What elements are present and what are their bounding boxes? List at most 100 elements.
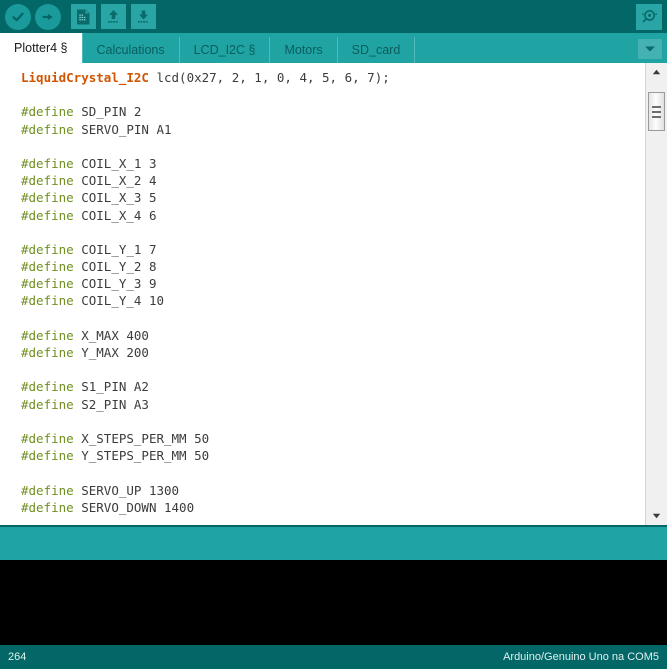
scroll-grip-line (652, 116, 661, 118)
tab-lcd-i2c[interactable]: LCD_I2C § (179, 37, 271, 63)
code-line: #define Y_STEPS_PER_MM 50 (21, 447, 645, 464)
tab-motors[interactable]: Motors (270, 37, 338, 63)
code-token: #define (21, 173, 74, 189)
code-token: #define (21, 327, 74, 343)
code-token: COIL_X_3 5 (73, 190, 157, 206)
code-token: X_MAX 400 (73, 327, 149, 343)
code-token: S2_PIN A3 (73, 396, 149, 412)
code-line: #define S1_PIN A2 (21, 378, 645, 395)
arduino-ide-window: Plotter4 § Calculations LCD_I2C § Motors… (0, 0, 667, 669)
arrow-down-icon (138, 10, 148, 23)
scroll-up-button[interactable] (646, 63, 667, 81)
tab-label: Plotter4 § (14, 41, 68, 55)
code-line: #define SERVO_PIN A1 (21, 121, 645, 138)
chevron-down-icon (645, 46, 655, 52)
code-token: Y_MAX 200 (73, 345, 149, 360)
upload-button[interactable] (35, 3, 61, 30)
check-icon (12, 12, 24, 21)
verify-button[interactable] (5, 3, 31, 30)
code-line: #define COIL_Y_2 8 (21, 258, 645, 275)
code-token: SERVO_PIN A1 (73, 121, 172, 137)
code-token: #define (21, 241, 74, 257)
code-editor[interactable]: LiquidCrystal_I2C lcd(0x27, 2, 1, 0, 4, … (0, 63, 667, 525)
code-line: #define Y_MAX 200 (21, 344, 645, 361)
console-output[interactable] (0, 560, 667, 645)
open-button[interactable] (101, 4, 126, 29)
tab-label: Calculations (96, 43, 165, 57)
tab-sd-card[interactable]: SD_card (337, 37, 416, 63)
code-token: COIL_Y_1 7 (73, 241, 157, 257)
code-line: #define S2_PIN A3 (21, 396, 645, 413)
tab-calculations[interactable]: Calculations (82, 37, 180, 63)
code-token: #define (21, 190, 74, 206)
code-line: LiquidCrystal_I2C lcd(0x27, 2, 1, 0, 4, … (21, 69, 645, 86)
code-token: #define (21, 155, 74, 171)
code-line: #define SERVO_UP 1300 (21, 482, 645, 499)
new-button[interactable] (71, 4, 96, 29)
tab-plotter4[interactable]: Plotter4 § (0, 33, 83, 63)
code-line: #define COIL_X_3 5 (21, 189, 645, 206)
arrow-right-icon (42, 13, 53, 20)
toolbar (0, 0, 667, 33)
code-line: #define COIL_Y_1 7 (21, 241, 645, 258)
code-token: #define (21, 259, 74, 275)
scroll-thumb[interactable] (648, 92, 665, 131)
arrow-up-icon (108, 10, 118, 23)
code-token: X_STEPS_PER_MM 50 (73, 430, 210, 446)
scroll-down-button[interactable] (646, 507, 667, 525)
magnifier-icon (641, 9, 657, 23)
code-token: #define (21, 396, 74, 412)
code-token: #define (21, 448, 74, 464)
code-token: COIL_X_4 6 (73, 207, 157, 223)
code-line: #define COIL_X_1 3 (21, 155, 645, 172)
code-token: #define (21, 207, 74, 223)
code-token: lcd(0x27, 2, 1, 0, 4, 5, 6, 7); (148, 70, 390, 85)
triangle-up-icon (652, 69, 661, 75)
triangle-down-icon (652, 513, 661, 519)
code-token: COIL_Y_4 10 (73, 293, 164, 309)
code-token: COIL_Y_3 9 (73, 276, 157, 292)
code-line: #define COIL_Y_3 9 (21, 275, 645, 292)
new-document-icon (77, 9, 90, 24)
code-token: COIL_Y_2 8 (73, 259, 157, 275)
code-token: #define (21, 379, 74, 395)
code-token: SERVO_DOWN 1400 (73, 499, 195, 515)
code-line: #define X_STEPS_PER_MM 50 (21, 430, 645, 447)
code-token: COIL_X_2 4 (73, 173, 157, 189)
status-bar: 264 Arduino/Genuino Uno na COM5 (0, 645, 667, 669)
code-token: COIL_X_1 3 (73, 155, 157, 171)
board-info: Arduino/Genuino Uno na COM5 (503, 651, 659, 663)
code-text[interactable]: LiquidCrystal_I2C lcd(0x27, 2, 1, 0, 4, … (0, 63, 645, 516)
code-line: #define COIL_Y_4 10 (21, 292, 645, 309)
code-token: #define (21, 293, 74, 309)
message-area (0, 525, 667, 560)
editor-scrollbar[interactable] (645, 63, 667, 525)
code-line: #define COIL_X_4 6 (21, 207, 645, 224)
code-token: #define (21, 499, 74, 515)
code-token: SERVO_UP 1300 (73, 482, 180, 498)
code-token: Y_STEPS_PER_MM 50 (73, 448, 210, 464)
tab-label: LCD_I2C § (193, 43, 256, 57)
tab-menu-button[interactable] (638, 39, 662, 59)
code-line: #define SD_PIN 2 (21, 103, 645, 120)
tab-label: Motors (284, 43, 323, 57)
scroll-grip-line (652, 106, 661, 108)
tab-label: SD_card (351, 43, 401, 57)
tab-bar: Plotter4 § Calculations LCD_I2C § Motors… (0, 33, 667, 63)
code-token: LiquidCrystal_I2C (21, 70, 149, 85)
code-token: #define (21, 430, 74, 446)
save-button[interactable] (131, 4, 156, 29)
code-line: #define X_MAX 400 (21, 327, 645, 344)
serial-monitor-button[interactable] (636, 3, 662, 30)
code-token: SD_PIN 2 (73, 104, 142, 120)
scroll-grip-line (652, 111, 661, 113)
code-token: #define (21, 482, 74, 498)
code-line: #define COIL_X_2 4 (21, 172, 645, 189)
code-token: S1_PIN A2 (73, 379, 149, 395)
